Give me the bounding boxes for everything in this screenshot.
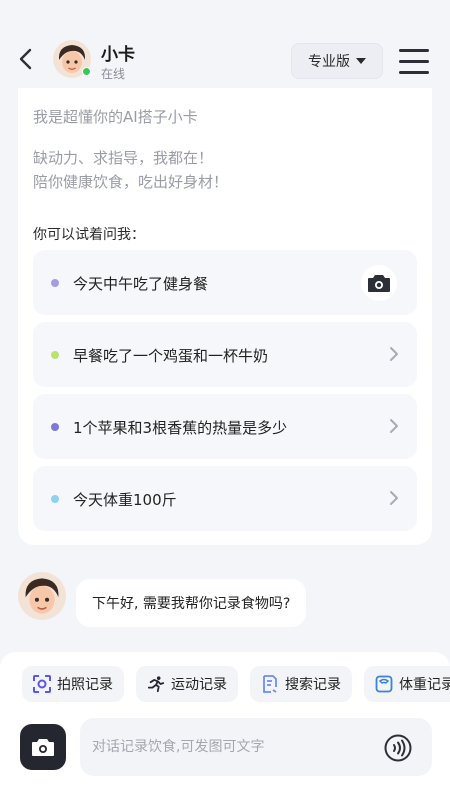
chip-label: 运动记录 <box>171 677 227 693</box>
plan-label: 专业版 <box>308 54 350 70</box>
chevron-right-icon <box>390 419 398 433</box>
bot-avatar[interactable] <box>53 40 91 78</box>
scale-icon <box>375 675 393 693</box>
weight-record-chip[interactable]: 体重记录 <box>364 666 450 702</box>
running-icon <box>147 675 165 693</box>
chip-label: 体重记录 <box>399 677 450 693</box>
intro-description: 缺动力、求指导，我都在！ 陪你健康饮食，吃出好身材！ <box>33 146 228 194</box>
message-input[interactable] <box>92 718 372 776</box>
photo-record-chip[interactable]: 拍照记录 <box>22 666 124 702</box>
camera-icon <box>32 739 54 756</box>
suggestion-text: 1个苹果和3根香蕉的热量是多少 <box>73 419 288 437</box>
suggestion-item[interactable]: 1个苹果和3根香蕉的热量是多少 <box>33 394 417 459</box>
suggestion-text: 今天中午吃了健身餐 <box>73 275 209 293</box>
message-input-container <box>80 718 432 776</box>
suggestion-item[interactable]: 今天体重100斤 <box>33 466 417 531</box>
suggestion-item[interactable]: 今天中午吃了健身餐 <box>33 250 417 315</box>
bullet-dot <box>51 495 59 503</box>
chip-label: 搜索记录 <box>285 677 341 693</box>
hamburger-menu-icon[interactable] <box>399 49 429 75</box>
exercise-record-chip[interactable]: 运动记录 <box>136 666 238 702</box>
camera-icon[interactable] <box>361 265 397 301</box>
bot-message-bubble: 下午好, 需要我帮你记录食物吗? <box>76 579 307 627</box>
camera-button[interactable] <box>20 724 66 770</box>
intro-card: 我是超懂你的AI搭子小卡 缺动力、求指导，我都在！ 陪你健康饮食，吃出好身材！ … <box>18 88 432 545</box>
bullet-dot <box>51 279 59 287</box>
message-avatar <box>18 572 66 620</box>
intro-line-2: 缺动力、求指导，我都在！ <box>33 149 214 167</box>
plan-dropdown[interactable]: 专业版 <box>291 43 383 79</box>
suggestion-text: 今天体重100斤 <box>73 491 177 509</box>
caret-down-icon <box>356 58 366 64</box>
document-search-icon <box>261 675 279 693</box>
online-status: 在线 <box>101 67 126 81</box>
chip-label: 拍照记录 <box>57 677 113 693</box>
bullet-dot <box>51 351 59 359</box>
photo-scan-icon <box>33 675 51 693</box>
suggestion-item[interactable]: 早餐吃了一个鸡蛋和一杯牛奶 <box>33 322 417 387</box>
try-asking-label: 你可以试着问我： <box>33 227 145 243</box>
search-record-chip[interactable]: 搜索记录 <box>250 666 352 702</box>
quick-actions-row: 拍照记录 运动记录 搜索记录 体重记录 <box>22 666 450 702</box>
intro-line-3: 陪你健康饮食，吃出好身材！ <box>33 173 229 191</box>
online-indicator <box>82 67 91 76</box>
bot-name: 小卡 <box>101 45 135 65</box>
suggestion-text: 早餐吃了一个鸡蛋和一杯牛奶 <box>73 347 269 365</box>
intro-greeting: 我是超懂你的AI搭子小卡 <box>33 108 198 126</box>
top-bar: 小卡 在线 专业版 <box>0 0 450 88</box>
chevron-right-icon <box>390 491 398 505</box>
composer-panel: 拍照记录 运动记录 搜索记录 体重记录 对话记录饮食,可发图可文字 <box>0 652 450 800</box>
chevron-right-icon <box>390 347 398 361</box>
bullet-dot <box>51 423 59 431</box>
voice-input-icon[interactable] <box>384 734 412 762</box>
back-arrow-icon[interactable] <box>16 48 36 70</box>
